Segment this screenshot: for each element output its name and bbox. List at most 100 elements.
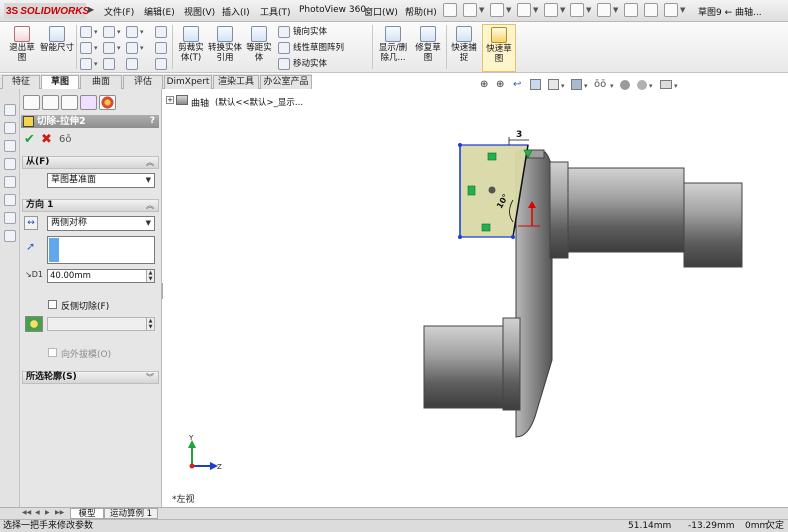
flip-side-checkbox[interactable] — [48, 300, 57, 309]
zoom-area-icon[interactable] — [4, 158, 16, 170]
fillet-dropdown-icon[interactable]: ▾ — [94, 60, 98, 68]
solidworks-logo[interactable]: 3S SOLIDWORKS — [4, 3, 89, 19]
display-style-icon[interactable] — [571, 79, 582, 90]
tab-dimxpert[interactable]: DimXpert — [164, 75, 212, 89]
graphics-area[interactable]: 3 10° Y Z *左视 — [163, 89, 788, 507]
property-manager-tab-icon[interactable] — [42, 95, 59, 110]
convert-entities-button[interactable]: 转换实体引用 — [208, 24, 242, 72]
reverse-direction-icon[interactable]: ↔ — [24, 216, 38, 230]
part-name[interactable]: 曲轴 — [191, 96, 209, 109]
undo-icon[interactable] — [570, 3, 584, 17]
plane-icon[interactable] — [155, 26, 167, 38]
display-style-dropdown-icon[interactable]: ▾ — [584, 82, 588, 90]
open-dropdown-icon[interactable]: ▼ — [506, 6, 511, 14]
tab-features[interactable]: 特征 — [2, 75, 40, 89]
sketch-point[interactable] — [511, 235, 515, 239]
circle-icon[interactable] — [103, 26, 115, 38]
menu-view[interactable]: 视图(V) — [184, 5, 215, 18]
circle-dropdown-icon[interactable]: ▾ — [117, 28, 121, 36]
help-button[interactable]: ? — [150, 115, 155, 128]
point-icon[interactable] — [126, 58, 138, 70]
last-tab-icon[interactable]: ▶▶ — [55, 509, 64, 516]
sketch-point[interactable] — [458, 143, 462, 147]
menu-insert[interactable]: 插入(I) — [222, 5, 250, 18]
first-tab-icon[interactable]: ◀◀ — [22, 509, 31, 516]
preview-glasses-icon[interactable]: 6ō — [59, 134, 71, 146]
vertical-relation-icon[interactable] — [467, 185, 476, 196]
section-view-icon[interactable] — [4, 122, 16, 134]
draft-angle-input[interactable]: ▲ ▼ — [47, 317, 155, 331]
from-group-header[interactable]: 从(F) ︽ — [22, 156, 159, 169]
linear-pattern-label[interactable]: 线性草图阵列 — [293, 43, 344, 53]
trim-entities-button[interactable]: 剪裁实体(T) — [176, 24, 206, 72]
zoom-to-area-icon[interactable]: ⊕ — [496, 79, 504, 90]
line-dropdown-icon[interactable]: ▾ — [94, 28, 98, 36]
selected-contours-group-header[interactable]: 所选轮廓(S) ︾ — [22, 371, 159, 384]
mirror-entities-icon[interactable] — [278, 26, 290, 38]
dimxpert-manager-tab-icon[interactable] — [80, 95, 97, 110]
rapid-sketch-button[interactable]: 快速草图 — [482, 24, 516, 72]
print-icon[interactable] — [544, 3, 558, 17]
zoom-fit-icon[interactable] — [4, 140, 16, 152]
new-dropdown-icon[interactable]: ▼ — [479, 6, 484, 14]
draft-toggle-icon[interactable] — [25, 316, 43, 332]
rebuild-icon[interactable] — [624, 3, 638, 17]
save-icon[interactable] — [517, 3, 531, 17]
menu-window[interactable]: 窗口(W) — [364, 5, 398, 18]
tab-sketch[interactable]: 草图 — [41, 75, 79, 90]
line-icon[interactable] — [80, 26, 92, 38]
rectangle-icon[interactable] — [80, 42, 92, 54]
ok-check-icon[interactable]: ✔ — [24, 133, 35, 146]
dimension-3-label[interactable]: 3 — [516, 130, 522, 140]
collapse-chevron-icon[interactable]: ︽ — [146, 157, 154, 168]
open-folder-icon[interactable] — [490, 3, 504, 17]
draft-outward-checkbox[interactable] — [48, 348, 57, 357]
print-dropdown-icon[interactable]: ▼ — [560, 6, 565, 14]
hide-show-dropdown-icon[interactable]: ▾ — [610, 82, 614, 90]
mirror-entities-label[interactable]: 镜向实体 — [293, 27, 327, 37]
menu-file[interactable]: 文件(F) — [104, 5, 134, 18]
menu-tools[interactable]: 工具(T) — [260, 5, 291, 18]
collapse-chevron-icon[interactable]: ︽ — [146, 200, 154, 211]
ellipse-icon[interactable] — [126, 42, 138, 54]
horizontal-relation-icon[interactable] — [481, 223, 491, 232]
ellipse-dropdown-icon[interactable]: ▾ — [140, 44, 144, 52]
depth-spinner[interactable]: ▲ ▼ — [146, 270, 154, 282]
new-document-icon[interactable] — [463, 3, 477, 17]
menu-help[interactable]: 帮助(H) — [405, 5, 437, 18]
scene-dropdown-icon[interactable]: ▾ — [649, 82, 653, 90]
prev-tab-icon[interactable]: ◀ — [35, 509, 40, 516]
select-arrow-icon[interactable] — [597, 3, 611, 17]
horizontal-relation-icon[interactable] — [487, 152, 497, 161]
edit-appearance-icon[interactable] — [620, 80, 630, 90]
rectangle-dropdown-icon[interactable]: ▾ — [94, 44, 98, 52]
tab-render-tools[interactable]: 渲染工具 — [213, 75, 259, 89]
options-gear-icon[interactable] — [664, 3, 678, 17]
zoom-to-fit-icon[interactable]: ⊕ — [480, 79, 488, 90]
from-condition-select[interactable]: 草图基准面 ▼ — [47, 173, 155, 188]
exit-sketch-button[interactable]: 退出草图 — [6, 24, 38, 72]
text-a-icon[interactable] — [155, 42, 167, 54]
smart-dimension-button[interactable]: 智能尺寸 — [40, 24, 74, 72]
previous-view-icon[interactable]: ↩ — [513, 79, 521, 90]
rotate-view-icon[interactable] — [4, 176, 16, 188]
offset-entities-button[interactable]: 等距实体 — [244, 24, 274, 72]
arc-dropdown-icon[interactable]: ▾ — [117, 44, 121, 52]
spline-dropdown-icon[interactable]: ▾ — [140, 28, 144, 36]
select-dropdown-icon[interactable]: ▼ — [613, 6, 618, 14]
depth-input[interactable]: 40.00mm ▲ ▼ — [47, 269, 155, 283]
tab-evaluate[interactable]: 评估 — [123, 75, 163, 89]
arc-icon[interactable] — [103, 42, 115, 54]
section-view-icon[interactable] — [530, 79, 541, 90]
display-style-icon[interactable] — [4, 212, 16, 224]
pan-view-icon[interactable] — [4, 194, 16, 206]
options-dropdown-icon[interactable]: ▼ — [680, 6, 685, 14]
save-dropdown-icon[interactable]: ▼ — [533, 6, 538, 14]
expand-chevron-icon[interactable]: ︾ — [146, 372, 154, 383]
centerline-icon[interactable] — [155, 58, 167, 70]
motion-study-tab[interactable]: 运动算例 1 — [104, 508, 158, 519]
sketch-point[interactable] — [458, 235, 462, 239]
repair-sketch-button[interactable]: 修复草图 — [412, 24, 444, 72]
menu-edit[interactable]: 编辑(E) — [144, 5, 175, 18]
next-tab-icon[interactable]: ▶ — [45, 509, 50, 516]
